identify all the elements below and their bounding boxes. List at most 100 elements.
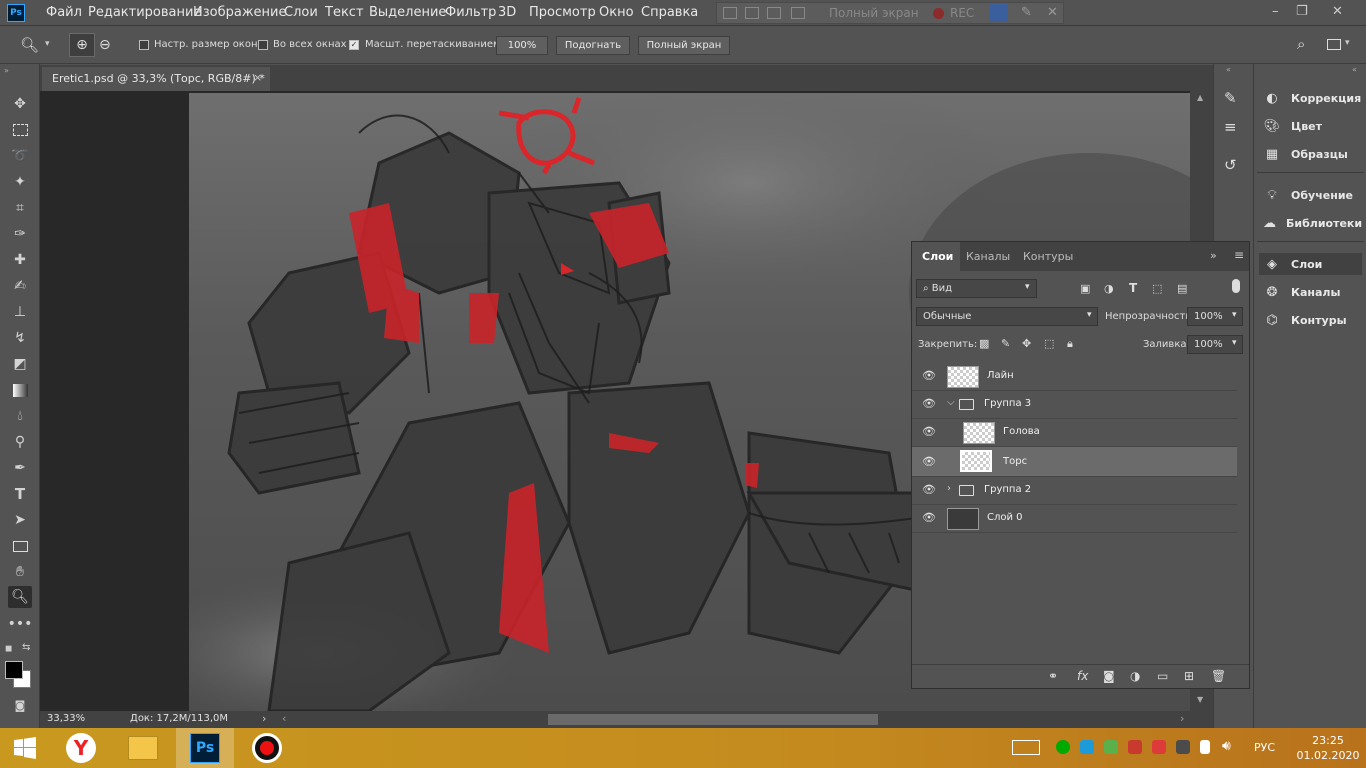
layers-panel-button[interactable]: ◈ Слои [1259, 253, 1362, 275]
mask-icon[interactable]: ◙ [1103, 669, 1115, 683]
collapse-panel-icon[interactable]: » [1210, 249, 1217, 262]
lock-all-icon[interactable]: 🔒︎ [1067, 337, 1073, 351]
close-icon[interactable]: ✕ [1047, 5, 1058, 20]
opacity-field[interactable]: 100% ▾ [1187, 307, 1243, 326]
fit-button[interactable]: Подогнать [556, 36, 630, 55]
tray-shield-icon[interactable] [1104, 740, 1118, 754]
tray-blue-icon[interactable] [1080, 740, 1094, 754]
layer-row[interactable]: 👁︎ Слой 0 [912, 505, 1237, 533]
file-explorer-button[interactable] [114, 728, 172, 768]
adjustment-layer-icon[interactable]: ◑ [1130, 669, 1140, 683]
eye-icon[interactable]: 👁︎ [922, 426, 936, 437]
history-icon[interactable]: ↺ [1224, 156, 1237, 174]
filter-toggle[interactable] [1232, 279, 1240, 293]
type-tool-icon[interactable]: T [8, 483, 32, 505]
magic-wand-tool-icon[interactable]: ✦ [8, 171, 32, 193]
image-filter-icon[interactable]: ▣ [1080, 282, 1090, 295]
zoom-in-icon[interactable]: ⊕ [69, 33, 95, 57]
swatches-panel-button[interactable]: ▦ Образцы [1259, 143, 1362, 165]
healing-brush-tool-icon[interactable]: ✚ [8, 249, 32, 271]
fx-icon[interactable]: fx [1077, 669, 1088, 683]
pen-tool-icon[interactable]: ✒ [8, 457, 32, 479]
close-tab-icon[interactable]: × [253, 71, 262, 84]
workspace-icon[interactable] [1327, 39, 1341, 50]
link-icon[interactable]: ⚭ [1048, 669, 1058, 683]
fullscreen-button[interactable]: Полный экран [638, 36, 730, 55]
menu-layer[interactable]: Слои [284, 5, 318, 20]
new-group-icon[interactable]: ▭ [1157, 669, 1168, 683]
layer-row[interactable]: 👁︎ Лайн [912, 363, 1237, 391]
paths-panel-button[interactable]: ⌬ Контуры [1259, 309, 1362, 331]
menu-3d[interactable]: 3D [498, 5, 516, 20]
more-tools-icon[interactable]: ••• [8, 613, 33, 635]
type-filter-icon[interactable]: T [1129, 281, 1137, 295]
tray-app-icon[interactable] [1176, 740, 1190, 754]
lock-position-icon[interactable]: ✥ [1022, 337, 1031, 350]
menu-edit[interactable]: Редактирование [88, 5, 201, 20]
photoshop-taskbar-button[interactable]: Ps [176, 728, 234, 768]
marquee-tool-icon[interactable] [8, 119, 32, 141]
recorder-taskbar-button[interactable] [238, 728, 296, 768]
clock[interactable]: 23:25 01.02.2020 [1296, 733, 1360, 763]
yandex-browser-button[interactable]: Y [52, 728, 110, 768]
stamp-tool-icon[interactable]: ⊥ [8, 301, 32, 323]
menu-select[interactable]: Выделение [369, 5, 446, 20]
copy-icon[interactable] [767, 7, 781, 19]
new-layer-icon[interactable]: ⊞ [1184, 669, 1194, 683]
zoom-value-field[interactable]: 100% [496, 36, 548, 55]
libraries-panel-button[interactable]: ☁ Библиотеки [1259, 212, 1362, 234]
record-icon[interactable] [933, 8, 944, 19]
resize-windows-checkbox[interactable] [139, 40, 149, 50]
scrubby-zoom-checkbox[interactable]: ✓ [349, 40, 359, 50]
minimize-button[interactable]: – [1272, 4, 1279, 19]
path-selection-tool-icon[interactable]: ➤ [8, 509, 32, 531]
scroll-down-icon[interactable]: ▼ [1197, 695, 1203, 704]
adjustment-filter-icon[interactable]: ◑ [1104, 282, 1114, 295]
collapse-icon[interactable]: » [4, 66, 9, 75]
tray-green-icon[interactable] [1056, 740, 1070, 754]
close-button[interactable]: ✕ [1332, 4, 1343, 19]
arrange-icon[interactable] [745, 7, 759, 19]
tab-channels[interactable]: Каналы [966, 250, 1010, 263]
battery-icon[interactable] [1200, 740, 1210, 754]
default-colors-icon[interactable]: ◼ [5, 644, 12, 654]
menu-type[interactable]: Текст [325, 5, 364, 20]
zoom-out-icon[interactable]: ⊖ [99, 37, 111, 53]
layer-group-row[interactable]: 👁︎ › Группа 2 [912, 477, 1237, 505]
gradient-tool-icon[interactable] [8, 379, 32, 401]
brush-settings-icon[interactable]: ✎ [1224, 89, 1237, 107]
search-icon[interactable]: ⌕ [1297, 35, 1305, 53]
rectangle-tool-icon[interactable] [8, 535, 32, 557]
tab-layers[interactable]: Слои [922, 250, 953, 263]
menu-file[interactable]: Файл [46, 5, 82, 20]
lock-transparency-icon[interactable]: ▩ [979, 337, 989, 350]
menu-help[interactable]: Справка [641, 5, 698, 20]
restore-button[interactable]: ❐ [1296, 4, 1308, 19]
collapse-icon[interactable]: « [1226, 65, 1231, 74]
crop-tool-icon[interactable]: ⌗ [8, 197, 32, 219]
zoom-tool-icon[interactable]: 🔍︎ [8, 586, 32, 608]
channels-panel-button[interactable]: ❂ Каналы [1259, 281, 1362, 303]
layer-row[interactable]: 👁︎ Торс [912, 447, 1237, 477]
list-icon[interactable] [723, 7, 737, 19]
brush-tool-icon[interactable]: ✍ [8, 275, 32, 297]
blend-mode-select[interactable]: Обычные ▾ [916, 307, 1098, 326]
dodge-tool-icon[interactable]: ⚲ [8, 431, 32, 453]
trash-icon[interactable]: 🗑︎ [1211, 669, 1226, 683]
transform-icon[interactable] [791, 7, 805, 19]
lock-artboard-icon[interactable]: ⬚ [1044, 337, 1054, 350]
smart-object-filter-icon[interactable]: ▤ [1177, 282, 1187, 295]
eye-icon[interactable]: 👁︎ [922, 456, 936, 467]
foreground-color-swatch[interactable] [5, 661, 23, 679]
chevron-down-icon[interactable]: ▾ [45, 39, 50, 49]
volume-icon[interactable]: 🔊︎ [1222, 738, 1231, 754]
eye-icon[interactable]: 👁︎ [922, 512, 936, 523]
hand-tool-icon[interactable]: ✋︎ [8, 561, 32, 583]
scroll-left-icon[interactable]: ‹ [282, 712, 286, 725]
menu-window[interactable]: Окно [599, 5, 634, 20]
all-windows-checkbox[interactable] [258, 40, 268, 50]
learn-panel-button[interactable]: 💡︎ Обучение [1259, 184, 1362, 206]
tray-alert-icon[interactable] [1152, 740, 1166, 754]
layer-row[interactable]: 👁︎ Голова [912, 419, 1237, 447]
eye-icon[interactable]: 👁︎ [922, 398, 936, 409]
